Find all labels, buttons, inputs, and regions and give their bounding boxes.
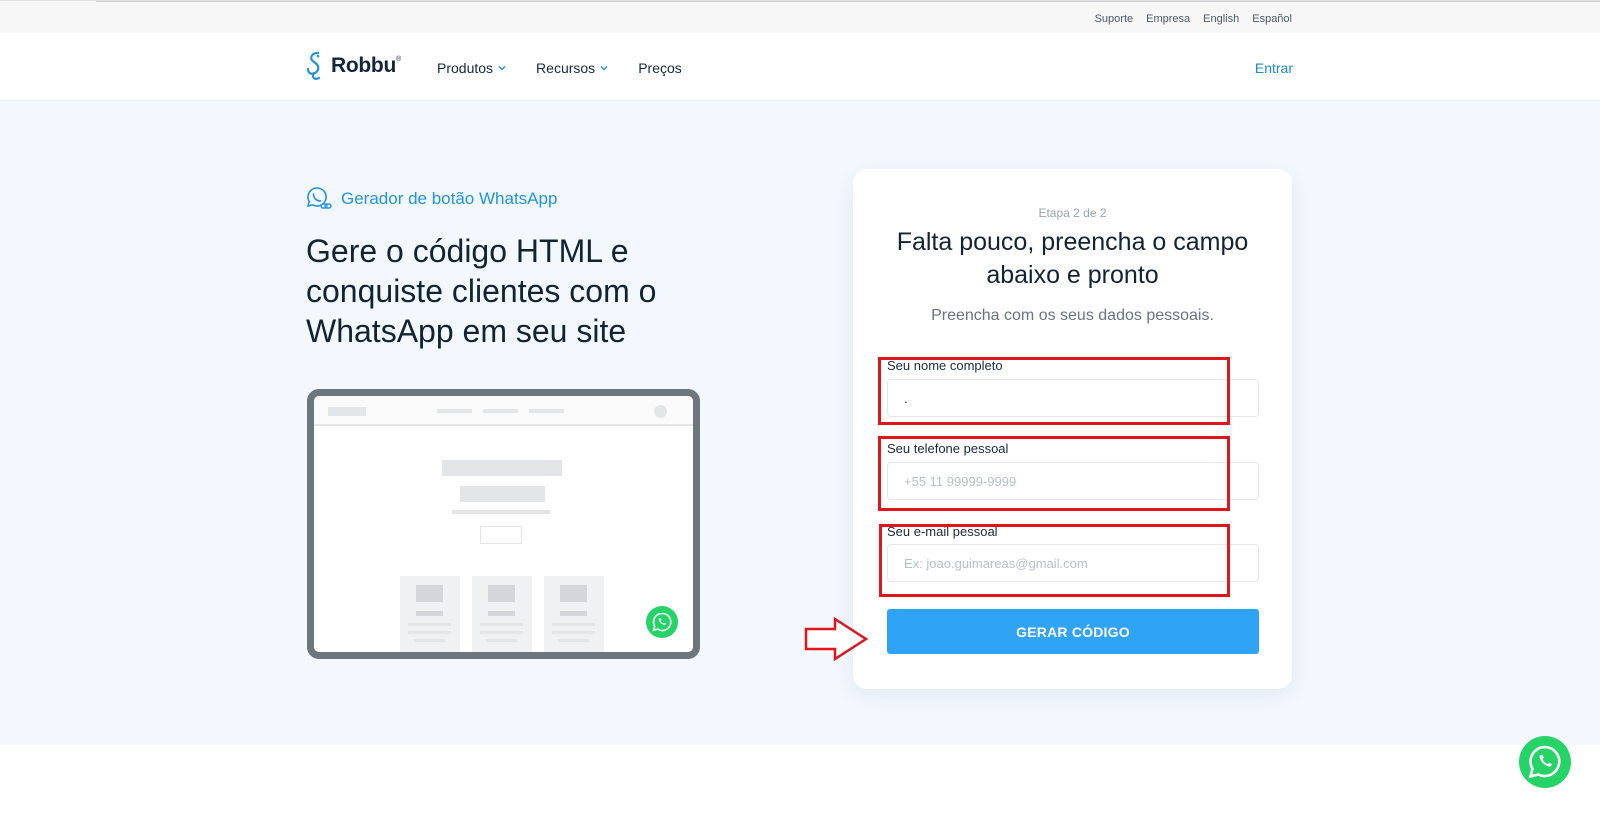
form-title: Falta pouco, preencha o campo abaixo e p… (896, 228, 1249, 289)
whatsapp-icon (646, 606, 678, 638)
main-nav: Produtos Recursos Preços (437, 60, 682, 76)
top-edge-line (96, 1, 1600, 2)
site-preview-illustration (307, 389, 700, 659)
nav-recursos-label: Recursos (536, 60, 596, 76)
robbu-logo[interactable]: Robbu® (305, 51, 401, 81)
preview-card-line (560, 611, 587, 616)
preview-card-line (558, 639, 589, 642)
highlight-box-email (879, 524, 1230, 597)
preview-card-line (416, 611, 443, 616)
nav-precos-label: Preços (638, 60, 682, 76)
submit-button[interactable]: GERAR CÓDIGO (887, 609, 1259, 654)
preview-nav-block (529, 409, 564, 413)
form-card: Etapa 2 de 2 Falta pouco, preencha o cam… (853, 169, 1292, 689)
preview-card-line (486, 639, 517, 642)
link-empresa[interactable]: Empresa (1146, 13, 1190, 25)
link-espanol[interactable]: Español (1252, 13, 1292, 25)
annotation-arrow-icon (804, 616, 869, 662)
step-indicator: Etapa 2 de 2 (1038, 206, 1107, 220)
nav-recursos[interactable]: Recursos (536, 60, 608, 76)
preview-card-line (488, 611, 515, 616)
preview-logo-block (328, 407, 366, 416)
preview-headline-block (460, 486, 545, 502)
preview-button (480, 526, 522, 544)
preview-card-line (480, 631, 523, 634)
preview-card-image (488, 585, 515, 602)
eyebrow: Gerador de botão WhatsApp (306, 186, 557, 212)
hero-section: Gerador de botão WhatsApp Gere o código … (0, 101, 1600, 745)
preview-nav-block (483, 409, 518, 413)
link-suporte[interactable]: Suporte (1095, 13, 1134, 25)
preview-card-line (408, 631, 451, 634)
login-link[interactable]: Entrar (1255, 60, 1293, 76)
highlight-box-name (878, 357, 1230, 425)
highlight-box-phone (878, 436, 1230, 511)
chevron-down-icon (498, 65, 506, 71)
whatsapp-chat-button[interactable] (1519, 736, 1571, 788)
top-utility-bar: Suporte Empresa English Español (0, 0, 1600, 33)
preview-card-line (414, 639, 445, 642)
preview-card-line (408, 623, 451, 626)
preview-text-line (452, 510, 550, 514)
preview-card-image (416, 585, 443, 602)
preview-card-image (560, 585, 587, 602)
nav-produtos-label: Produtos (437, 60, 494, 76)
logo-wordmark: Robbu® (331, 54, 401, 77)
link-english[interactable]: English (1203, 13, 1239, 25)
preview-card-line (552, 623, 595, 626)
nav-precos[interactable]: Preços (638, 60, 682, 76)
preview-headline-block (442, 460, 562, 476)
robbu-bird-icon (306, 51, 321, 80)
main-header: Robbu® Produtos Recursos Preços Entrar (0, 33, 1600, 101)
whatsapp-link-icon (306, 187, 332, 209)
form-subtitle: Preencha com os seus dados pessoais. (931, 307, 1214, 324)
eyebrow-text: Gerador de botão WhatsApp (341, 189, 558, 208)
preview-nav-block (437, 409, 472, 413)
preview-avatar (654, 405, 667, 418)
nav-produtos[interactable]: Produtos (437, 60, 506, 76)
hero-title: Gere o código HTML e conquiste clientes … (306, 233, 657, 349)
chevron-down-icon (600, 65, 608, 71)
preview-card-line (552, 631, 595, 634)
utility-links: Suporte Empresa English Español (1095, 13, 1292, 25)
preview-card-line (480, 623, 523, 626)
